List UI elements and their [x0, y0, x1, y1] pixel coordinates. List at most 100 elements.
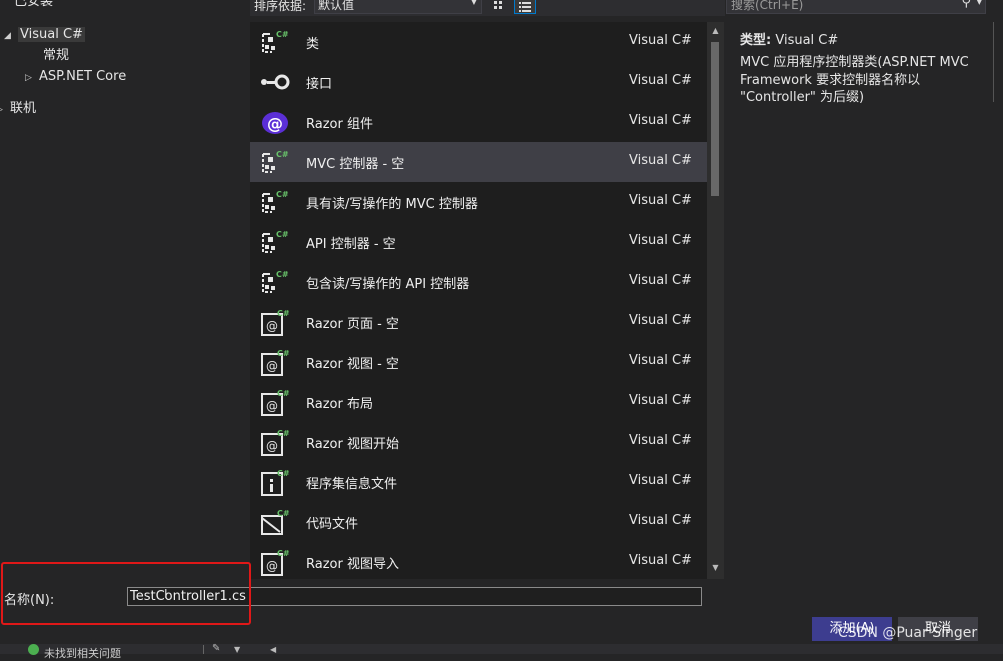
template-language: Visual C# [629, 273, 692, 288]
svg-text:@: @ [266, 359, 278, 373]
tree-item-general-label: 常规 [43, 48, 70, 63]
brush-icon[interactable]: ✎ [212, 643, 220, 654]
svg-text:C#: C# [276, 190, 289, 199]
class-icon: C# [260, 28, 290, 56]
razor-layout-icon: @ C# [260, 388, 290, 416]
grid-view-button[interactable] [489, 0, 511, 14]
expanded-arrow-icon[interactable]: ◢ [4, 26, 18, 46]
tree-item-general[interactable]: 常规 [43, 46, 69, 66]
collapsed-arrow-icon[interactable]: ▷ [25, 68, 39, 88]
template-row[interactable]: C# 包含读/写操作的 API 控制器 Visual C# [250, 262, 707, 302]
template-row[interactable]: C# 代码文件 Visual C# [250, 502, 707, 542]
template-name: 接口 [306, 77, 333, 92]
template-name: Razor 布局 [306, 397, 373, 412]
template-name: Razor 页面 - 空 [306, 317, 399, 332]
tree-item-installed[interactable]: 已安装 [14, 0, 53, 12]
template-language: Visual C# [629, 233, 692, 248]
template-list: C# 类 Visual C# 接口 Visual C# @ Razor 组件 Visual C… [250, 22, 707, 579]
template-name: Razor 视图开始 [306, 437, 399, 452]
grid-view-icon [494, 1, 502, 9]
template-row[interactable]: @ C# Razor 页面 - 空 Visual C# [250, 302, 707, 342]
scrollbar-thumb[interactable] [711, 42, 719, 196]
search-icon[interactable]: ⚲ [961, 0, 971, 10]
highlight-box [1, 562, 251, 625]
template-name: 程序集信息文件 [306, 477, 398, 492]
scroll-up-icon[interactable]: ▲ [707, 26, 724, 35]
tree-item-installed-label: 已安装 [14, 0, 54, 9]
controller-icon: C# [260, 228, 290, 256]
template-row[interactable]: C# 具有读/写操作的 MVC 控制器 Visual C# [250, 182, 707, 222]
search-placeholder: 搜索(Ctrl+E) [731, 0, 804, 12]
template-row[interactable]: @ C# Razor 视图导入 Visual C# [250, 542, 707, 579]
detail-description: MVC 应用程序控制器类(ASP.NET MVC Framework 要求控制器… [740, 55, 969, 105]
template-name: 类 [306, 37, 320, 52]
list-view-icon [519, 2, 531, 12]
razor-viewimports-icon: @ C# [260, 548, 290, 576]
check-icon [28, 644, 39, 655]
template-row[interactable]: 接口 Visual C# [250, 62, 707, 102]
svg-text:C#: C# [276, 30, 289, 39]
list-view-button[interactable] [514, 0, 536, 14]
svg-text:C#: C# [276, 150, 289, 159]
template-name: 具有读/写操作的 MVC 控制器 [306, 197, 478, 212]
template-language: Visual C# [629, 193, 692, 208]
template-name: Razor 视图 - 空 [306, 357, 399, 372]
panel-divider [993, 22, 1003, 102]
tree-item-visual-csharp-label: Visual C# [18, 27, 85, 42]
template-language: Visual C# [629, 353, 692, 368]
tree-item-online[interactable]: ▷联机 [0, 99, 36, 119]
svg-text:C#: C# [277, 509, 290, 518]
controller-icon: C# [260, 188, 290, 216]
template-language: Visual C# [629, 73, 692, 88]
template-row[interactable]: @ C# Razor 视图 - 空 Visual C# [250, 342, 707, 382]
controller-icon: C# [260, 148, 290, 176]
sort-select[interactable]: 默认值 ▼ [314, 0, 482, 14]
template-row[interactable]: C# 类 Visual C# [250, 22, 707, 62]
template-language: Visual C# [629, 153, 692, 168]
status-text: 未找到相关问题 [44, 647, 121, 660]
chevron-down-icon: ▼ [470, 0, 477, 6]
interface-icon [260, 68, 290, 96]
svg-text:C#: C# [276, 230, 289, 239]
tree-item-visual-csharp[interactable]: ◢ Visual C# [4, 25, 85, 45]
template-name: 代码文件 [306, 517, 359, 532]
template-name: Razor 组件 [306, 117, 373, 132]
svg-text:C#: C# [276, 270, 289, 279]
svg-text:@: @ [266, 399, 278, 413]
svg-text:C#: C# [277, 309, 290, 318]
template-language: Visual C# [629, 33, 692, 48]
template-language: Visual C# [629, 513, 692, 528]
assembly-info-icon: C# [260, 468, 290, 496]
svg-text:C#: C# [277, 549, 290, 558]
template-row[interactable]: C# MVC 控制器 - 空 Visual C# [250, 142, 707, 182]
svg-text:C#: C# [277, 469, 290, 478]
razor-view-icon: @ C# [260, 348, 290, 376]
collapsed-arrow-icon[interactable]: ▷ [0, 100, 10, 120]
svg-text:@: @ [266, 439, 278, 453]
template-row[interactable]: C# API 控制器 - 空 Visual C# [250, 222, 707, 262]
scroll-down-icon[interactable]: ▼ [707, 563, 724, 572]
svg-text:@: @ [266, 559, 278, 573]
template-name: 包含读/写操作的 API 控制器 [306, 277, 470, 292]
template-row[interactable]: C# 程序集信息文件 Visual C# [250, 462, 707, 502]
template-name: API 控制器 - 空 [306, 237, 396, 252]
chevron-down-icon[interactable]: ▼ [234, 645, 240, 654]
template-language: Visual C# [629, 393, 692, 408]
svg-text:@: @ [267, 114, 283, 133]
tree-item-aspnet-core-label: ASP.NET Core [39, 69, 127, 84]
detail-type: 类型: Visual C# [740, 29, 838, 48]
sort-label: 排序依据: [254, 0, 307, 13]
template-row[interactable]: @ Razor 组件 Visual C# [250, 102, 707, 142]
razor-component-icon: @ [260, 108, 290, 136]
template-row[interactable]: @ C# Razor 布局 Visual C# [250, 382, 707, 422]
status-divider [203, 645, 204, 654]
chevron-down-icon[interactable]: ▼ [977, 0, 982, 6]
tree-item-aspnet-core[interactable]: ▷ ASP.NET Core [25, 67, 126, 87]
search-input[interactable]: 搜索(Ctrl+E) ⚲ ▼ [726, 0, 986, 14]
razor-viewstart-icon: @ C# [260, 428, 290, 456]
chevron-left-icon[interactable]: ◀ [270, 645, 276, 654]
watermark: CSDN @Puar Singer [838, 625, 978, 641]
template-row[interactable]: @ C# Razor 视图开始 Visual C# [250, 422, 707, 462]
template-language: Visual C# [629, 433, 692, 448]
controller-icon: C# [260, 268, 290, 296]
